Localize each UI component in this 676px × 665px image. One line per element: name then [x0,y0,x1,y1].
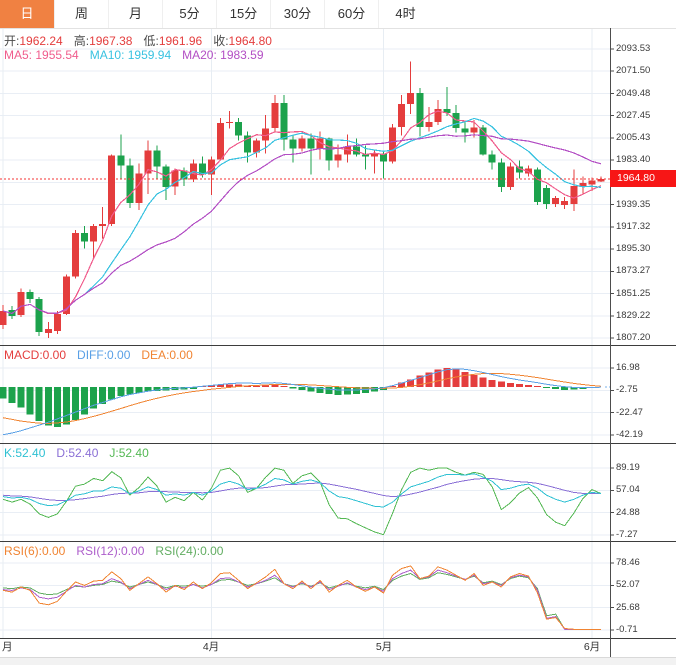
period-tabbar: 日 周 月 5分 15分 30分 60分 4时 [0,0,676,28]
y-tick-label: -2.75 [616,385,638,395]
last-price-badge: 1964.80 [610,170,676,187]
y-tick-label: 78.46 [616,558,640,568]
rsi6-value: RSI(6):0.00 [4,544,65,558]
y-tick-label: -22.47 [616,408,643,418]
y-tick-label: 89.19 [616,463,640,473]
y-tick-label: 1873.27 [616,266,650,276]
y-tick-label: 2027.45 [616,111,650,121]
ohlc-open: 开:1962.24 [4,32,63,49]
rsi24-value: RSI(24):0.00 [155,544,223,558]
y-tick-label: 16.98 [616,363,640,373]
ohlc-close: 收:1964.80 [213,32,272,49]
y-tick-label: 25.68 [616,603,640,613]
tab-5min[interactable]: 5分 [162,0,216,28]
ma20: MA20: 1983.59 [182,48,263,62]
ohlc-header: 开:1962.24 高:1967.38 低:1961.96 收:1964.80 [4,32,272,49]
tab-monthly-label: 月 [129,6,142,21]
y-tick-label: 2005.43 [616,133,650,143]
tab-4hour-label: 4时 [395,6,415,21]
diff-value: DIFF:0.00 [77,348,130,362]
dea-value: DEA:0.00 [141,348,192,362]
y-tick-label: 1807.20 [616,333,650,343]
tab-15min-label: 15分 [230,6,257,21]
y-tick-label: 1983.40 [616,155,650,165]
y-tick-label: 1895.30 [616,244,650,254]
y-tick-label: 1829.22 [616,311,650,321]
rsi-panel [3,566,601,629]
y-tick-label: 1917.32 [616,222,650,232]
y-tick-label: 1939.35 [616,200,650,210]
macd-value: MACD:0.00 [4,348,66,362]
ohlc-low: 低:1961.96 [143,32,202,49]
tab-weekly[interactable]: 周 [54,0,108,28]
y-tick-label: 24.88 [616,508,640,518]
kline-chart-app: { "toolbar": { "tabs": [ {"name":"tab-da… [0,0,676,665]
tab-60min-label: 60分 [338,6,365,21]
y-tick-label: -7.27 [616,530,638,540]
rsi-header: RSI(6):0.00 RSI(12):0.00 RSI(24):0.00 [4,544,223,558]
y-tick-label: -0.71 [616,625,638,635]
k-value: K:52.40 [4,446,45,460]
y-tick-label: 2093.53 [616,44,650,54]
macd-panel [0,368,612,435]
x-axis-label: 4月 [199,641,223,653]
macd-header: MACD:0.00 DIFF:0.00 DEA:0.00 [4,348,193,362]
tab-weekly-label: 周 [75,6,88,21]
tab-daily[interactable]: 日 [0,0,54,28]
ma5: MA5: 1955.54 [4,48,79,62]
y-tick-label: 2071.50 [616,66,650,76]
tab-60min[interactable]: 60分 [324,0,378,28]
y-tick-label: -42.19 [616,430,643,440]
x-axis-label: 6月 [580,641,604,653]
y-tick-label: 2049.48 [616,89,650,99]
tab-daily-label: 日 [20,6,33,21]
y-tick-label: 52.07 [616,580,640,590]
tab-5min-label: 5分 [179,6,199,21]
ma10: MA10: 1959.94 [90,48,171,62]
rsi12-value: RSI(12):0.00 [76,544,144,558]
kdj-panel [3,468,601,535]
x-axis-label: 月 [2,641,13,653]
tab-30min-label: 30分 [284,6,311,21]
kdj-header: K:52.40 D:52.40 J:52.40 [4,446,149,460]
main-chart-panel [0,62,610,339]
tab-4hour[interactable]: 4时 [378,0,432,28]
tab-30min[interactable]: 30分 [270,0,324,28]
y-tick-label: 1851.25 [616,289,650,299]
d-value: D:52.40 [56,446,98,460]
tab-15min[interactable]: 15分 [216,0,270,28]
j-value: J:52.40 [109,446,148,460]
ma-header: MA5: 1955.54 MA10: 1959.94 MA20: 1983.59 [4,48,264,62]
x-axis-label: 5月 [372,641,396,653]
ohlc-high: 高:1967.38 [74,32,133,49]
y-tick-label: 57.04 [616,485,640,495]
tab-monthly[interactable]: 月 [108,0,162,28]
